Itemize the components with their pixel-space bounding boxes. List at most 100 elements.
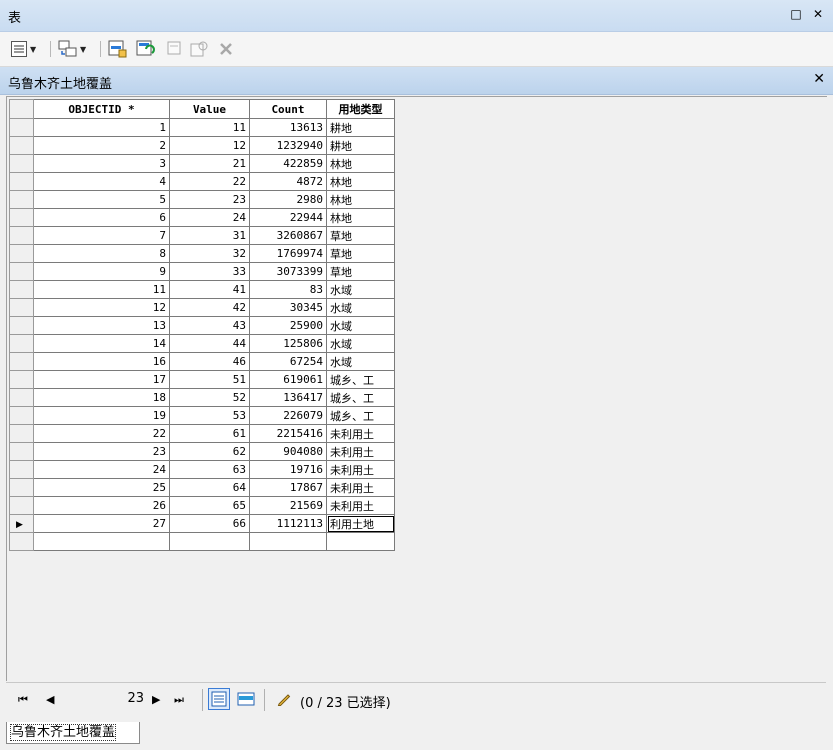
- cell-value[interactable]: 43: [169, 316, 250, 335]
- cell-objectid[interactable]: 14: [33, 334, 170, 353]
- cell-type[interactable]: 林地: [326, 154, 395, 173]
- new-row[interactable]: [9, 532, 395, 551]
- row-selector[interactable]: [9, 190, 34, 209]
- column-header-objectid[interactable]: OBJECTID *: [33, 99, 170, 119]
- cell-count[interactable]: 422859: [249, 154, 327, 173]
- select-all-cell[interactable]: [9, 99, 34, 119]
- cell-objectid[interactable]: 6: [33, 208, 170, 227]
- cell-value[interactable]: 33: [169, 262, 250, 281]
- zoom-to-selected-button[interactable]: [190, 40, 210, 58]
- cell-objectid[interactable]: 5: [33, 190, 170, 209]
- table-row[interactable]: 8 32 1769974 草地: [9, 244, 395, 263]
- cell-count[interactable]: 17867: [249, 478, 327, 497]
- cell-count[interactable]: 619061: [249, 370, 327, 389]
- table-row[interactable]: 1 11 13613 耕地: [9, 118, 395, 137]
- first-record-button[interactable]: ⏮: [18, 693, 28, 707]
- close-window-button[interactable]: ✕: [810, 6, 826, 22]
- cell-value[interactable]: 65: [169, 496, 250, 515]
- cell-objectid[interactable]: 4: [33, 172, 170, 191]
- show-all-records-button[interactable]: [208, 688, 230, 710]
- row-selector[interactable]: [9, 262, 34, 281]
- cell-objectid[interactable]: 3: [33, 154, 170, 173]
- row-selector[interactable]: [9, 244, 34, 263]
- cell-type[interactable]: 未利用土: [326, 424, 395, 443]
- show-selected-records-button[interactable]: [236, 690, 256, 708]
- cell-type[interactable]: 利用土地: [326, 514, 395, 533]
- cell-count[interactable]: 1769974: [249, 244, 327, 263]
- cell-count[interactable]: 13613: [249, 118, 327, 137]
- cell-type[interactable]: 未利用土: [326, 478, 395, 497]
- empty-cell[interactable]: [33, 532, 170, 551]
- row-selector[interactable]: [9, 370, 34, 389]
- cell-count[interactable]: 2980: [249, 190, 327, 209]
- cell-value[interactable]: 32: [169, 244, 250, 263]
- cell-objectid[interactable]: 24: [33, 460, 170, 479]
- cell-count[interactable]: 21569: [249, 496, 327, 515]
- cell-count[interactable]: 83: [249, 280, 327, 299]
- cell-value[interactable]: 63: [169, 460, 250, 479]
- table-row[interactable]: 26 65 21569 未利用土: [9, 496, 395, 515]
- table-row[interactable]: 24 63 19716 未利用土: [9, 460, 395, 479]
- table-row[interactable]: 11 41 83 水域: [9, 280, 395, 299]
- cell-value[interactable]: 53: [169, 406, 250, 425]
- empty-cell[interactable]: [249, 532, 327, 551]
- switch-selection-button[interactable]: [136, 40, 156, 58]
- cell-value[interactable]: 44: [169, 334, 250, 353]
- table-tab-button[interactable]: 乌鲁木齐土地覆盖: [6, 722, 140, 744]
- cell-count[interactable]: 19716: [249, 460, 327, 479]
- row-selector[interactable]: [9, 298, 34, 317]
- cell-type[interactable]: 城乡、工: [326, 370, 395, 389]
- cell-count[interactable]: 226079: [249, 406, 327, 425]
- row-selector[interactable]: [9, 172, 34, 191]
- cell-objectid[interactable]: 9: [33, 262, 170, 281]
- table-row[interactable]: 17 51 619061 城乡、工: [9, 370, 395, 389]
- table-row[interactable]: 18 52 136417 城乡、工: [9, 388, 395, 407]
- empty-cell[interactable]: [169, 532, 250, 551]
- row-selector[interactable]: [9, 496, 34, 515]
- cell-count[interactable]: 3073399: [249, 262, 327, 281]
- row-selector[interactable]: [9, 280, 34, 299]
- cell-type[interactable]: 水域: [326, 298, 395, 317]
- clear-selection-button[interactable]: [166, 40, 182, 58]
- cell-value[interactable]: 66: [169, 514, 250, 533]
- cell-value[interactable]: 21: [169, 154, 250, 173]
- cell-objectid[interactable]: 12: [33, 298, 170, 317]
- cell-type[interactable]: 草地: [326, 262, 395, 281]
- last-record-button[interactable]: ⏭: [174, 693, 184, 707]
- row-selector[interactable]: [9, 154, 34, 173]
- cell-value[interactable]: 62: [169, 442, 250, 461]
- cell-value[interactable]: 31: [169, 226, 250, 245]
- cell-type[interactable]: 未利用土: [326, 442, 395, 461]
- cell-objectid[interactable]: 26: [33, 496, 170, 515]
- row-selector[interactable]: [9, 478, 34, 497]
- cell-type[interactable]: 林地: [326, 190, 395, 209]
- select-by-attributes-button[interactable]: [108, 40, 128, 58]
- cell-count[interactable]: 125806: [249, 334, 327, 353]
- cell-type[interactable]: 林地: [326, 172, 395, 191]
- table-row[interactable]: 3 21 422859 林地: [9, 154, 395, 173]
- row-selector[interactable]: [9, 208, 34, 227]
- table-row[interactable]: 5 23 2980 林地: [9, 190, 395, 209]
- cell-value[interactable]: 46: [169, 352, 250, 371]
- cell-value[interactable]: 64: [169, 478, 250, 497]
- cell-objectid[interactable]: 16: [33, 352, 170, 371]
- cell-count[interactable]: 22944: [249, 208, 327, 227]
- row-selector[interactable]: [9, 118, 34, 137]
- column-header-value[interactable]: Value: [169, 99, 250, 119]
- cell-type[interactable]: 耕地: [326, 118, 395, 137]
- cell-objectid[interactable]: 17: [33, 370, 170, 389]
- cell-objectid[interactable]: 18: [33, 388, 170, 407]
- cell-count[interactable]: 1112113: [249, 514, 327, 533]
- row-selector[interactable]: [9, 532, 34, 551]
- row-selector[interactable]: [9, 136, 34, 155]
- cell-value[interactable]: 61: [169, 424, 250, 443]
- cell-value[interactable]: 41: [169, 280, 250, 299]
- cell-type[interactable]: 城乡、工: [326, 406, 395, 425]
- cell-value[interactable]: 52: [169, 388, 250, 407]
- table-row[interactable]: 4 22 4872 林地: [9, 172, 395, 191]
- column-header-count[interactable]: Count: [249, 99, 327, 119]
- row-selector[interactable]: [9, 226, 34, 245]
- cell-value[interactable]: 11: [169, 118, 250, 137]
- cell-objectid[interactable]: 11: [33, 280, 170, 299]
- cell-objectid[interactable]: 19: [33, 406, 170, 425]
